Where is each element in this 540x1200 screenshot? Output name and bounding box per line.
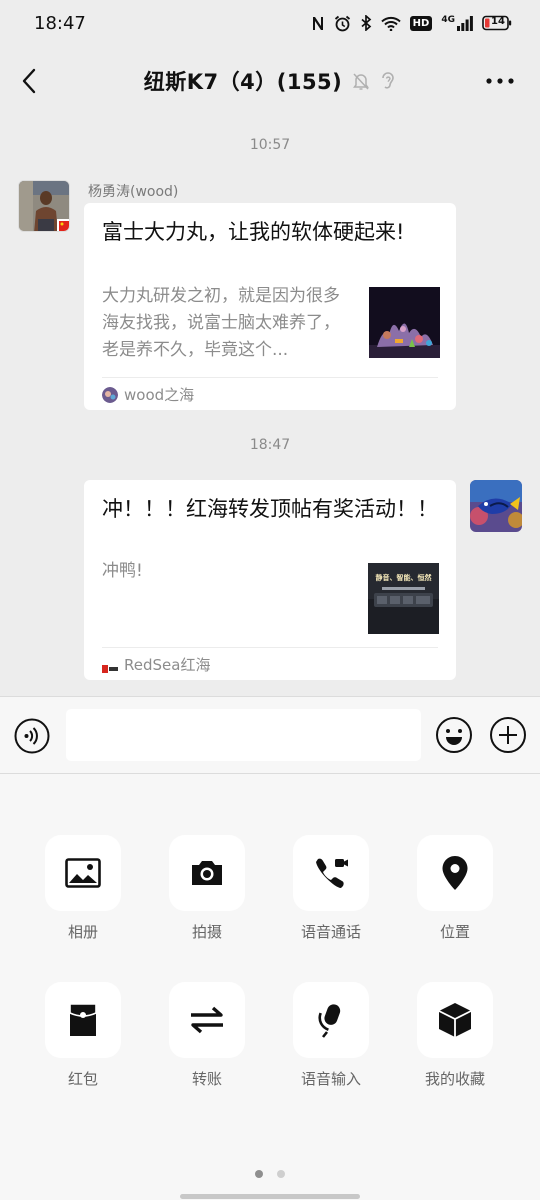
tool-favorites[interactable]: 我的收藏 [395,982,515,1089]
box-icon [438,1003,472,1037]
status-bar: 18:47 HD 4G 14 [0,0,540,46]
status-time: 18:47 [34,12,86,34]
tool-label: 拍摄 [191,923,222,941]
tool-label: 红包 [67,1070,98,1088]
wifi-icon [380,16,401,31]
tool-label: 语音输入 [300,1070,361,1088]
page-dot-active[interactable] [255,1170,263,1178]
status-icons: HD 4G 14 [311,15,512,32]
transfer-icon [191,1006,223,1034]
page-indicator [0,1170,540,1178]
card-divider [102,377,438,378]
mute-bell-icon [352,72,370,91]
hd-badge-text: HD [412,17,430,29]
source-name: wood之海 [124,386,195,404]
voice-call-button[interactable] [293,835,369,911]
ear-icon [380,71,396,91]
card-source: RedSea红海 [102,654,210,675]
chat-area[interactable]: 10:57 杨勇涛(wood) 富士大力丸，让我的软体硬起来! 大力丸研发之初，… [0,118,540,696]
transfer-button[interactable] [169,982,245,1058]
tool-panel: 相册 拍摄 语音通话 位置 红包 转账 语音输入 我的收藏 [0,774,540,1200]
voice-icon [14,718,50,754]
plus-button[interactable] [489,716,527,754]
tool-label: 语音通话 [300,923,361,941]
card-title: 富士大力丸，让我的软体硬起来! [102,220,405,244]
source-avatar-icon [102,386,118,403]
red-packet-button[interactable] [45,982,121,1058]
camera-button[interactable] [169,835,245,911]
message-input[interactable] [66,709,421,761]
home-indicator[interactable] [180,1194,360,1199]
avatar-self[interactable] [470,480,522,532]
link-card-2[interactable]: 冲！！！红海转发顶帖有奖活动！！ 冲鸭! 静音、智能、恒然 RedSea红海 [84,480,456,680]
card-thumbnail [369,287,440,358]
avatar-sender-1[interactable] [18,180,70,232]
nav-title-group: 纽斯K7（4）(155) [0,52,540,110]
tool-label: 我的收藏 [424,1070,485,1088]
microphone-icon [318,1004,341,1038]
sender-name: 杨勇涛(wood) [88,184,179,200]
card-divider [102,647,438,648]
card-description: 冲鸭! [102,561,143,581]
voice-input-button[interactable] [293,982,369,1058]
timestamp-1: 10:57 [249,137,291,153]
emoji-button[interactable] [435,716,473,754]
input-bar [0,696,540,774]
album-button[interactable] [45,835,121,911]
signal-icon: 4G [441,15,473,31]
more-icon [486,78,514,84]
card-description: 大力丸研发之初，就是因为很多海友找我，说富士脑太难养了，老是养不久，毕竟这个..… [102,286,340,360]
red-packet-icon [69,1003,97,1036]
alarm-icon [334,15,351,32]
card-source: wood之海 [102,384,194,405]
tool-label: 转账 [191,1070,222,1088]
tool-album[interactable]: 相册 [23,835,143,942]
battery-level-text: 14 [491,16,505,27]
location-pin-icon [442,856,468,890]
link-card-1[interactable]: 富士大力丸，让我的软体硬起来! 大力丸研发之初，就是因为很多海友找我，说富士脑太… [84,203,456,410]
nfc-icon [311,16,325,31]
plus-icon [490,717,526,753]
emoji-icon [436,717,472,753]
tool-label: 相册 [67,923,98,941]
tool-camera[interactable]: 拍摄 [147,835,267,942]
voice-button[interactable] [14,718,50,754]
card-title: 冲！！！红海转发顶帖有奖活动！！ [102,497,438,521]
bluetooth-icon [360,15,372,31]
hd-icon: HD [409,15,433,31]
favorites-button[interactable] [417,982,493,1058]
thumbnail-caption: 静音、智能、恒然 [375,574,432,582]
tool-transfer[interactable]: 转账 [147,982,267,1089]
tool-label: 位置 [439,923,470,941]
chat-title: 纽斯K7（4）(155) [143,70,343,94]
page-dot[interactable] [277,1170,285,1178]
card-thumbnail: 静音、智能、恒然 [368,563,439,634]
battery-icon: 14 [482,15,512,31]
image-icon [65,858,101,888]
camera-icon [192,861,222,885]
location-button[interactable] [417,835,493,911]
tool-voice-input[interactable]: 语音输入 [271,982,391,1089]
tool-location[interactable]: 位置 [395,835,515,942]
network-type-text: 4G [441,15,455,25]
tool-red-packet[interactable]: 红包 [23,982,143,1089]
nav-bar: 纽斯K7（4）(155) [0,52,540,110]
timestamp-2: 18:47 [249,437,291,453]
tool-voice-call[interactable]: 语音通话 [271,835,391,942]
redsea-logo-icon [102,660,118,673]
phone-video-icon [316,858,348,888]
source-name: RedSea红海 [124,656,211,674]
more-button[interactable] [484,66,516,96]
